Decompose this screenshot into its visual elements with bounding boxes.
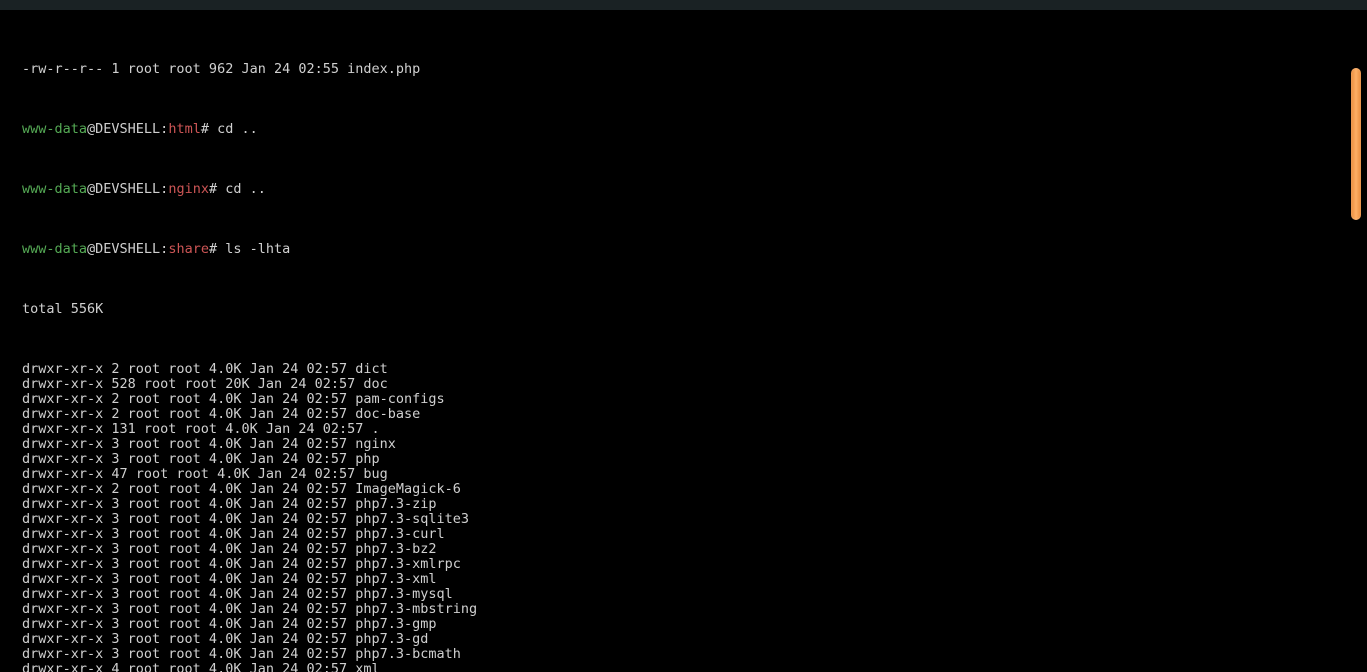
- directory-entry: drwxr-xr-x 3 root root 4.0K Jan 24 02:57…: [22, 452, 1367, 467]
- prompt-command: cd ..: [225, 181, 266, 197]
- prompt-line: www-data@DEVSHELL:share# ls -lhta: [22, 242, 1367, 257]
- directory-listing: drwxr-xr-x 2 root root 4.0K Jan 24 02:57…: [22, 362, 1367, 672]
- directory-entry: drwxr-xr-x 3 root root 4.0K Jan 24 02:57…: [22, 602, 1367, 617]
- total-line: total 556K: [22, 302, 1367, 317]
- directory-entry: drwxr-xr-x 3 root root 4.0K Jan 24 02:57…: [22, 437, 1367, 452]
- prompt-host: @DEVSHELL:: [87, 121, 168, 137]
- file-entry: -rw-r--r-- 1 root root 962 Jan 24 02:55 …: [22, 62, 1367, 77]
- terminal-viewport[interactable]: -rw-r--r-- 1 root root 962 Jan 24 02:55 …: [0, 10, 1367, 672]
- directory-entry: drwxr-xr-x 3 root root 4.0K Jan 24 02:57…: [22, 617, 1367, 632]
- directory-entry: drwxr-xr-x 3 root root 4.0K Jan 24 02:57…: [22, 497, 1367, 512]
- directory-entry: drwxr-xr-x 3 root root 4.0K Jan 24 02:57…: [22, 647, 1367, 662]
- scrollbar-thumb[interactable]: [1351, 68, 1361, 220]
- prompt-hash: #: [209, 241, 225, 257]
- directory-entry: drwxr-xr-x 3 root root 4.0K Jan 24 02:57…: [22, 587, 1367, 602]
- prompt-hash: #: [201, 121, 217, 137]
- directory-entry: drwxr-xr-x 3 root root 4.0K Jan 24 02:57…: [22, 632, 1367, 647]
- directory-entry: drwxr-xr-x 3 root root 4.0K Jan 24 02:57…: [22, 572, 1367, 587]
- directory-entry: drwxr-xr-x 528 root root 20K Jan 24 02:5…: [22, 377, 1367, 392]
- prompt-line: www-data@DEVSHELL:html# cd ..: [22, 122, 1367, 137]
- directory-entry: drwxr-xr-x 47 root root 4.0K Jan 24 02:5…: [22, 467, 1367, 482]
- directory-entry: drwxr-xr-x 2 root root 4.0K Jan 24 02:57…: [22, 407, 1367, 422]
- directory-entry: drwxr-xr-x 3 root root 4.0K Jan 24 02:57…: [22, 557, 1367, 572]
- window-titlebar: [0, 0, 1367, 10]
- directory-entry: drwxr-xr-x 3 root root 4.0K Jan 24 02:57…: [22, 527, 1367, 542]
- prompt-host: @DEVSHELL:: [87, 181, 168, 197]
- prompt-path: share: [168, 241, 209, 257]
- prompt-hash: #: [209, 181, 225, 197]
- directory-entry: drwxr-xr-x 2 root root 4.0K Jan 24 02:57…: [22, 362, 1367, 377]
- directory-entry: drwxr-xr-x 2 root root 4.0K Jan 24 02:57…: [22, 392, 1367, 407]
- prompt-command: ls -lhta: [225, 241, 290, 257]
- directory-entry: drwxr-xr-x 131 root root 4.0K Jan 24 02:…: [22, 422, 1367, 437]
- prompt-user: www-data: [22, 121, 87, 137]
- directory-entry: drwxr-xr-x 4 root root 4.0K Jan 24 02:57…: [22, 662, 1367, 672]
- prompt-user: www-data: [22, 241, 87, 257]
- prompt-host: @DEVSHELL:: [87, 241, 168, 257]
- directory-entry: drwxr-xr-x 3 root root 4.0K Jan 24 02:57…: [22, 512, 1367, 527]
- prompt-user: www-data: [22, 181, 87, 197]
- prompt-path: nginx: [168, 181, 209, 197]
- prompt-path: html: [168, 121, 201, 137]
- prompt-command: cd ..: [217, 121, 258, 137]
- directory-entry: drwxr-xr-x 3 root root 4.0K Jan 24 02:57…: [22, 542, 1367, 557]
- directory-entry: drwxr-xr-x 2 root root 4.0K Jan 24 02:57…: [22, 482, 1367, 497]
- prompt-line: www-data@DEVSHELL:nginx# cd ..: [22, 182, 1367, 197]
